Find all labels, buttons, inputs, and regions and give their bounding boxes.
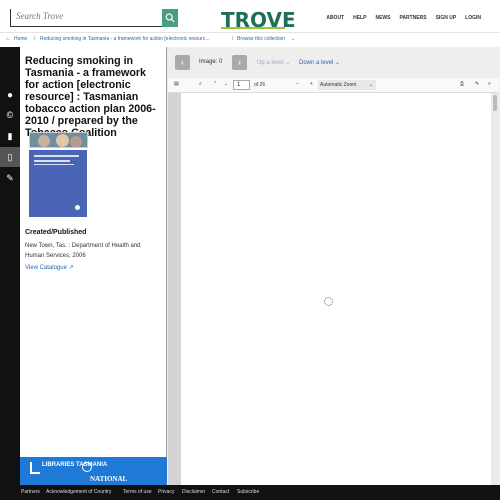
browse-collection-link[interactable]: Browse this collection: [237, 36, 285, 42]
footer-acknowledgement-link[interactable]: Acknowledgement of Country: [46, 489, 111, 495]
search-icon: [165, 13, 175, 23]
bookmark-icon: ▮: [7, 130, 13, 141]
national-label: NATIONAL: [90, 475, 128, 483]
pdf-toolbar: ▤ ⌕ ⌃ ⌄ 1 of 26 − + Automatic Zoom ⌄ ⎙ ✎ …: [168, 78, 499, 93]
zoom-out-button[interactable]: −: [296, 81, 299, 87]
chevron-down-icon: ⌄: [368, 82, 373, 88]
nav-about[interactable]: ABOUT: [326, 15, 344, 21]
rights-tab[interactable]: ©: [0, 105, 20, 125]
libraries-tasmania-banner[interactable]: LIBRARIES TASMANIA NATIONAL: [20, 457, 167, 485]
created-heading: Created/Published: [25, 229, 87, 236]
page-number-input[interactable]: 1: [233, 80, 250, 90]
view-catalogue-link[interactable]: View Catalogue ↗: [25, 264, 74, 271]
nav-login[interactable]: LOGIN: [465, 15, 481, 21]
breadcrumb-home[interactable]: Home: [14, 36, 27, 42]
footer-partners-link[interactable]: Partners: [21, 489, 40, 495]
scrollbar[interactable]: [491, 93, 499, 485]
more-tools-icon[interactable]: »: [488, 81, 491, 87]
info-tab[interactable]: ●: [0, 85, 20, 105]
nav-sign-up[interactable]: SIGN UP: [436, 15, 457, 21]
tag-icon: ✎: [6, 172, 14, 183]
search-button[interactable]: [162, 9, 178, 27]
pdf-page: [181, 93, 494, 485]
info-icon: ●: [6, 89, 14, 101]
edit-icon[interactable]: ✎: [475, 81, 479, 87]
tag-tab[interactable]: ✎: [0, 168, 20, 188]
libraries-brand-text: LIBRARIES TASMANIA: [42, 462, 108, 468]
previous-button[interactable]: ‹: [175, 55, 190, 70]
zoom-select[interactable]: Automatic Zoom ⌄: [318, 80, 376, 90]
down-level-button[interactable]: Down a level ⌄: [299, 59, 340, 66]
tas-government-logo: [82, 462, 92, 472]
home-icon: ⌂: [6, 36, 10, 42]
external-link-icon: ↗: [68, 265, 74, 271]
footer-subscribe-link[interactable]: Subscribe: [237, 489, 259, 495]
print-icon[interactable]: ⎙: [460, 81, 464, 87]
copyright-icon: ©: [6, 110, 14, 120]
nav-help[interactable]: HELP: [353, 15, 366, 21]
nav-news[interactable]: NEWS: [375, 15, 390, 21]
libraries-logo-icon: [30, 462, 40, 474]
chevron-down-icon[interactable]: ⌄: [224, 81, 228, 87]
record-title: Reducing smoking in Tasmania - a framewo…: [25, 55, 156, 139]
nav-partners[interactable]: PARTNERS: [399, 15, 426, 21]
document-tab[interactable]: ▯: [0, 147, 20, 167]
search-box[interactable]: Search Trove: [10, 9, 178, 27]
document-thumbnail[interactable]: [29, 150, 87, 217]
bookmark-tab[interactable]: ▮: [0, 126, 20, 146]
viewer-toolbar: ‹ Image: 0 › Up a level ⌄ Down a level ⌄: [167, 47, 500, 78]
viewer-panel: ‹ Image: 0 › Up a level ⌄ Down a level ⌄…: [167, 47, 500, 485]
scrollbar-thumb[interactable]: [493, 95, 497, 111]
footer-contact-link[interactable]: Contact: [212, 489, 229, 495]
loading-spinner-icon: [324, 297, 333, 306]
record-panel: Reducing smoking in Tasmania - a framewo…: [20, 47, 167, 457]
sidebar-toggle-icon[interactable]: ▤: [174, 81, 179, 87]
footer-privacy-link[interactable]: Privacy: [158, 489, 174, 495]
breadcrumb-separator: /: [34, 36, 36, 42]
thumbnail-title-lines: [34, 155, 79, 157]
chevron-up-icon[interactable]: ⌃: [213, 81, 217, 87]
footer: Partners Acknowledgement of Country Term…: [0, 485, 500, 500]
footer-disclaimer-link[interactable]: Disclaimer: [182, 489, 205, 495]
image-label: Image: 0: [199, 59, 223, 65]
up-level-button[interactable]: Up a level ⌄: [257, 59, 290, 66]
pdf-canvas: [168, 93, 499, 485]
chevron-down-icon: ⌄: [291, 36, 296, 42]
document-icon: ▯: [7, 151, 13, 162]
main-nav: ABOUT HELP NEWS PARTNERS SIGN UP LOGIN: [326, 15, 481, 21]
search-icon[interactable]: ⌕: [199, 81, 202, 87]
created-text: New Town, Tas. : Department of Health an…: [25, 243, 141, 259]
next-button[interactable]: ›: [232, 55, 247, 70]
cover-thumbnail[interactable]: [29, 132, 88, 148]
page-total: of 26: [254, 82, 266, 88]
breadcrumb: ⌂ Home / Reducing smoking in Tasmania - …: [0, 33, 500, 46]
zoom-in-button[interactable]: +: [310, 81, 313, 87]
search-input[interactable]: Search Trove: [16, 11, 63, 21]
logo-underline: [221, 27, 285, 29]
breadcrumb-current[interactable]: Reducing smoking in Tasmania - a framewo…: [40, 36, 209, 42]
breadcrumb-separator: /: [232, 36, 234, 42]
icon-rail: ● © ▮ ▯ ✎: [0, 47, 20, 485]
top-bar: Search Trove TROVE ABOUT HELP NEWS PARTN…: [0, 0, 500, 33]
footer-terms-link[interactable]: Terms of use: [123, 489, 152, 495]
